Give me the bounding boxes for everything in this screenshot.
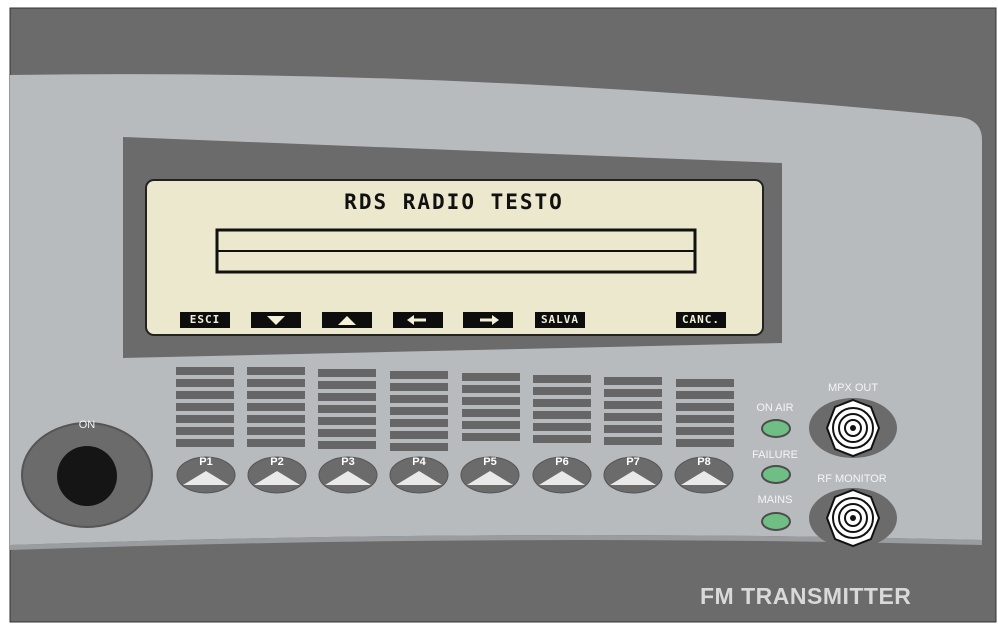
salva-softkey[interactable]: SALVA bbox=[535, 312, 585, 328]
lcd-title: RDS RADIO TESTO bbox=[344, 190, 564, 214]
on-air-led bbox=[761, 419, 791, 438]
mains-led bbox=[761, 512, 791, 531]
esci-softkey[interactable]: ESCI bbox=[180, 312, 230, 328]
arrow-down-icon bbox=[267, 316, 285, 325]
brand-label: FM TRANSMITTER bbox=[700, 583, 912, 609]
rf-monitor-connector bbox=[825, 488, 881, 548]
arrow-right-icon bbox=[480, 315, 499, 325]
right-softkey[interactable] bbox=[463, 312, 513, 328]
level-meter bbox=[176, 367, 234, 451]
level-meter bbox=[676, 379, 734, 451]
up-softkey[interactable] bbox=[322, 312, 372, 328]
left-softkey[interactable] bbox=[393, 312, 443, 328]
preset-button-p2[interactable]: P2 bbox=[246, 455, 308, 495]
level-meter bbox=[318, 369, 376, 453]
on-air-label: ON AIR bbox=[756, 402, 794, 414]
failure-led bbox=[761, 465, 791, 484]
canc-softkey[interactable]: CANC. bbox=[676, 312, 726, 328]
text-entry-field[interactable] bbox=[222, 233, 690, 249]
mpx-out-connector bbox=[825, 398, 881, 458]
power-button[interactable] bbox=[57, 446, 117, 506]
preset-button-p8[interactable]: P8 bbox=[673, 455, 735, 495]
preset-button-p6[interactable]: P6 bbox=[531, 455, 593, 495]
level-meter bbox=[390, 371, 448, 455]
level-meter bbox=[462, 373, 520, 445]
level-meter bbox=[533, 375, 591, 447]
preset-button-p3[interactable]: P3 bbox=[317, 455, 379, 495]
mains-label: MAINS bbox=[757, 494, 793, 506]
failure-label: FAILURE bbox=[752, 449, 798, 461]
power-label: ON bbox=[78, 419, 96, 431]
preset-button-p1[interactable]: P1 bbox=[175, 455, 237, 495]
arrow-left-icon bbox=[407, 315, 426, 325]
level-meter bbox=[247, 367, 305, 451]
mpx-out-label: MPX OUT bbox=[827, 382, 879, 394]
level-meter bbox=[604, 377, 662, 449]
rf-monitor-label: RF MONITOR bbox=[817, 473, 887, 485]
preset-button-p7[interactable]: P7 bbox=[602, 455, 664, 495]
down-softkey[interactable] bbox=[251, 312, 301, 328]
preset-button-p4[interactable]: P4 bbox=[388, 455, 450, 495]
preset-button-p5[interactable]: P5 bbox=[459, 455, 521, 495]
arrow-up-icon bbox=[338, 316, 356, 325]
